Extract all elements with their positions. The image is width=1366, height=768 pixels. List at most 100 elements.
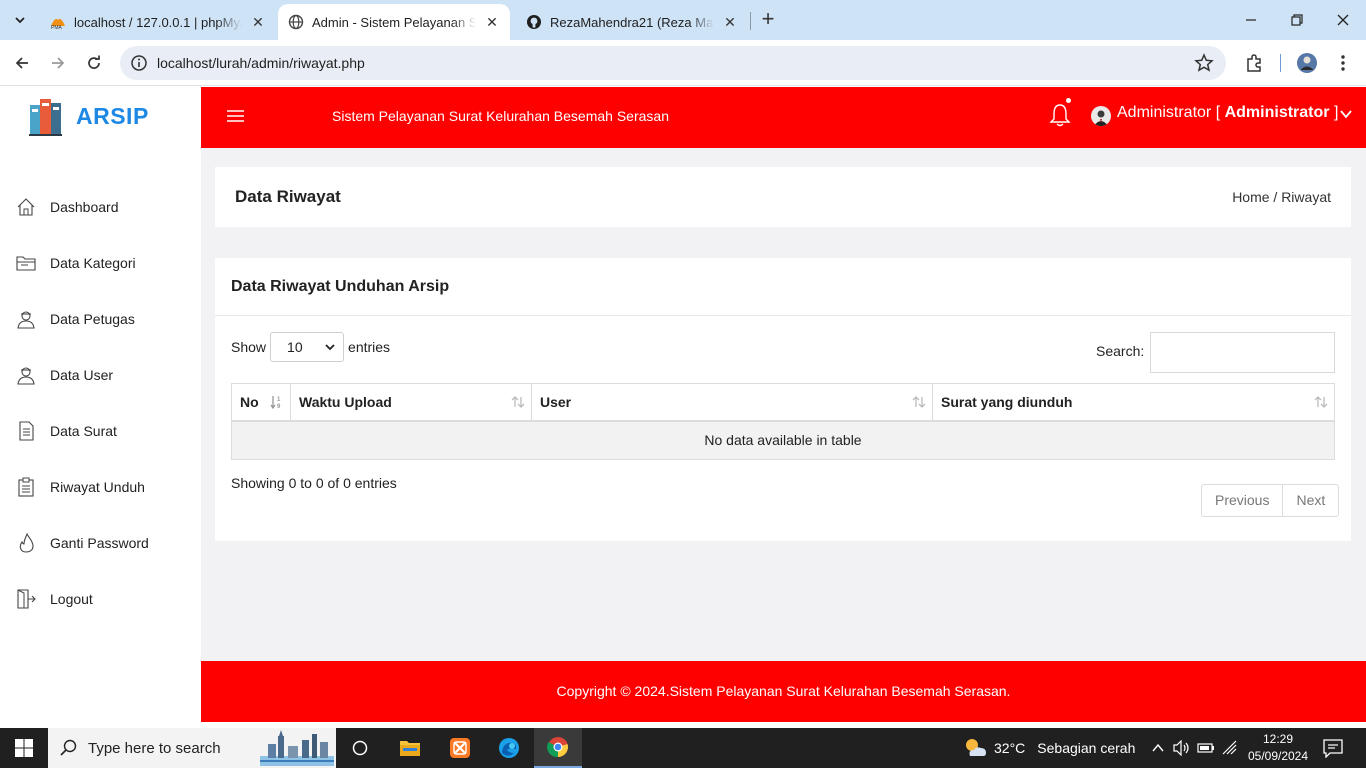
column-label: No (240, 394, 259, 410)
back-button[interactable] (9, 50, 35, 76)
tab-title: localhost / 127.0.0.1 | phpMyAdmin (74, 14, 242, 30)
browser-tab-strip: PMA localhost / 127.0.0.1 | phpMyAdmin ✕… (0, 0, 1366, 40)
user-menu[interactable]: Administrator [ Administrator ] (1117, 104, 1338, 122)
breadcrumb[interactable]: Home / Riwayat (1232, 189, 1331, 205)
top-header: Sistem Pelayanan Surat Kelurahan Besemah… (201, 87, 1366, 148)
close-icon[interactable]: ✕ (250, 14, 266, 30)
speaker-icon (1173, 740, 1189, 756)
column-label: User (540, 394, 572, 410)
tab-search-button[interactable] (8, 8, 32, 32)
minimize-icon (1246, 19, 1256, 21)
file-explorer-button[interactable] (386, 728, 434, 768)
xampp-button[interactable] (436, 728, 484, 768)
document-icon (15, 420, 37, 442)
sidebar-item-riwayat-unduh[interactable]: Riwayat Unduh (0, 459, 201, 515)
previous-button[interactable]: Previous (1202, 485, 1284, 516)
battery-button[interactable] (1196, 738, 1216, 758)
sidebar-item-logout[interactable]: Logout (0, 571, 201, 627)
app-logo[interactable]: ARSIP (28, 95, 149, 137)
partly-sunny-icon (966, 739, 986, 756)
page-length-select[interactable]: 10 (270, 332, 345, 362)
bookmark-star-icon[interactable] (1194, 53, 1214, 73)
svg-text:1: 1 (277, 397, 281, 403)
bell-icon[interactable] (1049, 103, 1071, 127)
arrow-left-icon (15, 57, 28, 69)
page-title: Data Riwayat (235, 187, 341, 206)
xampp-icon (450, 738, 470, 758)
chevron-down-icon[interactable] (1339, 107, 1353, 121)
weather-widget[interactable]: 32°C Sebagian cerah (962, 736, 1135, 760)
sidebar-item-dashboard[interactable]: Dashboard (0, 179, 201, 235)
chevron-down-icon (325, 344, 335, 351)
system-clock[interactable]: 12:29 05/09/2024 (1240, 731, 1316, 765)
sidebar-item-ganti-password[interactable]: Ganti Password (0, 515, 201, 571)
folder-icon (15, 252, 37, 274)
user-icon (15, 364, 37, 386)
column-header-waktu-upload[interactable]: Waktu Upload (291, 384, 532, 420)
volume-button[interactable] (1172, 738, 1192, 758)
sidebar-item-label: Data Petugas (50, 311, 135, 327)
column-label: Surat yang diunduh (941, 394, 1073, 410)
minimize-button[interactable] (1228, 6, 1274, 34)
taskbar-search[interactable]: Type here to search (48, 728, 336, 768)
tab-divider (750, 12, 751, 30)
forward-button[interactable] (45, 50, 71, 76)
edge-icon (499, 738, 519, 758)
restore-button[interactable] (1274, 6, 1320, 34)
task-view-button[interactable] (336, 728, 384, 768)
copyright-text: Copyright © 2024.Sistem Pelayanan Surat … (556, 683, 1011, 699)
column-header-no[interactable]: No 19 (232, 384, 291, 420)
next-button[interactable]: Next (1283, 485, 1338, 516)
notification-center-icon[interactable] (1322, 738, 1344, 758)
close-icon[interactable]: ✕ (484, 14, 500, 30)
start-button[interactable] (0, 728, 48, 768)
profile-button[interactable] (1296, 52, 1318, 74)
sort-icon (1314, 396, 1328, 408)
tab-github[interactable]: RezaMahendra21 (Reza Mahendra) ✕ (516, 4, 748, 40)
reload-icon (88, 55, 100, 69)
extensions-button[interactable] (1243, 52, 1265, 74)
sort-asc-icon: 19 (270, 396, 281, 409)
svg-text:PMA: PMA (51, 25, 63, 30)
hamburger-menu-icon[interactable] (227, 108, 244, 124)
clock-date: 05/09/2024 (1247, 749, 1309, 763)
close-icon[interactable]: ✕ (722, 14, 738, 30)
city-skyline-icon (260, 730, 334, 766)
search-input[interactable] (1150, 332, 1335, 373)
avatar[interactable] (1091, 106, 1111, 126)
search-icon (60, 739, 77, 756)
site-info-icon[interactable] (130, 54, 148, 72)
sidebar-menu: Dashboard Data Kategori Data Petugas Dat… (0, 179, 201, 627)
reload-button[interactable] (81, 50, 107, 76)
edge-button[interactable] (485, 728, 533, 768)
network-button[interactable] (1220, 738, 1240, 758)
logout-icon (15, 588, 37, 610)
github-icon (526, 14, 542, 30)
tab-admin[interactable]: Admin - Sistem Pelayanan Surat ✕ (278, 4, 510, 40)
sidebar-item-data-user[interactable]: Data User (0, 347, 201, 403)
browser-menu-button[interactable] (1332, 52, 1354, 74)
sidebar-item-data-surat[interactable]: Data Surat (0, 403, 201, 459)
user-name-text: Administrator [ (1117, 104, 1225, 121)
window-close-button[interactable] (1320, 6, 1366, 34)
tab-title: Admin - Sistem Pelayanan Surat (312, 14, 476, 30)
tab-phpmyadmin[interactable]: PMA localhost / 127.0.0.1 | phpMyAdmin ✕ (40, 4, 276, 40)
sidebar-item-label: Data Surat (50, 423, 117, 439)
folder-icon (400, 741, 420, 756)
new-tab-button[interactable]: + (756, 8, 780, 32)
column-header-surat-diunduh[interactable]: Surat yang diunduh (933, 384, 1334, 420)
windows-logo-icon (15, 739, 33, 757)
user-role-text: Administrator (1224, 104, 1330, 121)
sidebar-item-data-petugas[interactable]: Data Petugas (0, 291, 201, 347)
chrome-button[interactable] (534, 728, 582, 768)
sort-icon (511, 396, 525, 408)
url-text[interactable]: localhost/lurah/admin/riwayat.php (157, 55, 365, 71)
user-suffix-text: ] (1329, 104, 1339, 121)
sidebar-item-label: Riwayat Unduh (50, 479, 145, 495)
plus-icon: + (761, 6, 775, 31)
column-header-user[interactable]: User (532, 384, 933, 420)
show-hidden-icons-button[interactable] (1148, 738, 1168, 758)
sidebar-item-data-kategori[interactable]: Data Kategori (0, 235, 201, 291)
address-bar[interactable]: localhost/lurah/admin/riwayat.php (120, 46, 1226, 80)
history-table: No 19 Waktu Upload User Surat yang diund… (231, 383, 1335, 460)
